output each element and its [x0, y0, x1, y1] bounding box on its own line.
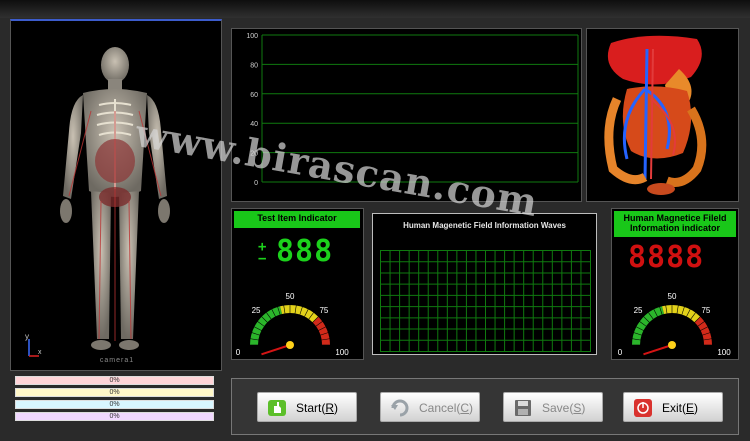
- minus-sign: −: [258, 251, 267, 267]
- gauge-label: 50: [286, 292, 295, 301]
- camera-label: camera1: [99, 357, 135, 364]
- gauge-label: 25: [634, 306, 643, 315]
- frequency-graph: 100 80 60 40 20 0: [246, 33, 579, 187]
- human-body-model: y x: [25, 47, 170, 357]
- exit-label: Exit(E): [662, 401, 699, 415]
- gauge-band: [280, 305, 319, 323]
- axis-y-label: y: [25, 332, 29, 341]
- gauge-label: 100: [335, 348, 349, 357]
- test-item-display: 888: [276, 234, 334, 269]
- save-icon: [515, 400, 531, 416]
- progress-bar: 0%: [15, 400, 214, 409]
- test-item-indicator-title: Test Item Indicator: [234, 211, 360, 228]
- gauge-label: 0: [618, 348, 623, 357]
- save-button[interactable]: Save(S): [503, 392, 603, 422]
- test-item-gauge: 0 25 50 75 100: [236, 292, 349, 357]
- exit-icon: [634, 399, 652, 417]
- start-label: Start(R): [296, 401, 339, 415]
- body-model-panel: y x camera1: [10, 19, 222, 371]
- gauge-label: 0: [236, 348, 241, 357]
- start-icon: [268, 400, 286, 416]
- magnetic-indicator-title: Human Magnetice Fileld Information indic…: [614, 211, 736, 237]
- graph-y-tick: 60: [250, 92, 258, 99]
- axis-x-label: x: [38, 349, 42, 356]
- start-button[interactable]: Start(R): [257, 392, 357, 422]
- waves-title: Human Magenetic Field Information Waves: [403, 221, 566, 230]
- gauge-band: [662, 305, 701, 323]
- gauge-needle: [261, 344, 291, 356]
- gauge-label: 50: [668, 292, 677, 301]
- exit-button[interactable]: Exit(E): [623, 392, 723, 422]
- gauge-band: [312, 316, 330, 346]
- magnetic-gauge: 0 25 50 75 100: [618, 292, 731, 357]
- frequency-graph-panel: 100 80 60 40 20 0: [231, 28, 582, 202]
- magnetic-indicator-panel: Human Magnetice Fileld Information indic…: [611, 208, 739, 360]
- magnetic-title-line1: Human Magnetice Fileld: [623, 213, 727, 223]
- save-label: Save(S): [542, 401, 586, 415]
- progress-bar: 0%: [15, 412, 214, 421]
- gauge-label: 25: [252, 306, 261, 315]
- button-bar: Start(R) Cancel(C) Save(S) Exit(E): [231, 378, 739, 435]
- gauge-band: [694, 316, 712, 346]
- magnetic-field-waves-panel: Human Magenetic Field Information Waves: [372, 213, 597, 355]
- progress-bar: 0%: [15, 388, 214, 397]
- cancel-icon: [391, 399, 409, 417]
- graph-y-tick: 100: [246, 33, 258, 40]
- gauge-label: 100: [717, 348, 731, 357]
- waves-grid: [380, 250, 591, 352]
- graph-y-tick: 20: [250, 151, 258, 158]
- magnetic-display: 8888: [628, 240, 705, 275]
- gauge-label: 75: [701, 306, 710, 315]
- gauge-hub: [668, 341, 676, 349]
- gauge-hub: [286, 341, 294, 349]
- organ-image-panel: [586, 28, 739, 202]
- test-item-indicator-panel: Test Item Indicator + − 888 0 25 50 75 100: [231, 208, 364, 360]
- gauge-needle: [643, 344, 673, 356]
- gauge-label: 75: [319, 306, 328, 315]
- progress-bar: 0%: [15, 376, 214, 385]
- cancel-label: Cancel(C): [419, 401, 474, 415]
- top-bar: [0, 0, 750, 18]
- graph-y-tick: 0: [254, 180, 258, 187]
- organ-image: [604, 35, 707, 195]
- cancel-button[interactable]: Cancel(C): [380, 392, 480, 422]
- magnetic-title-line2: Information indicator: [630, 223, 720, 233]
- graph-y-tick: 40: [250, 121, 258, 128]
- graph-y-tick: 80: [250, 62, 258, 69]
